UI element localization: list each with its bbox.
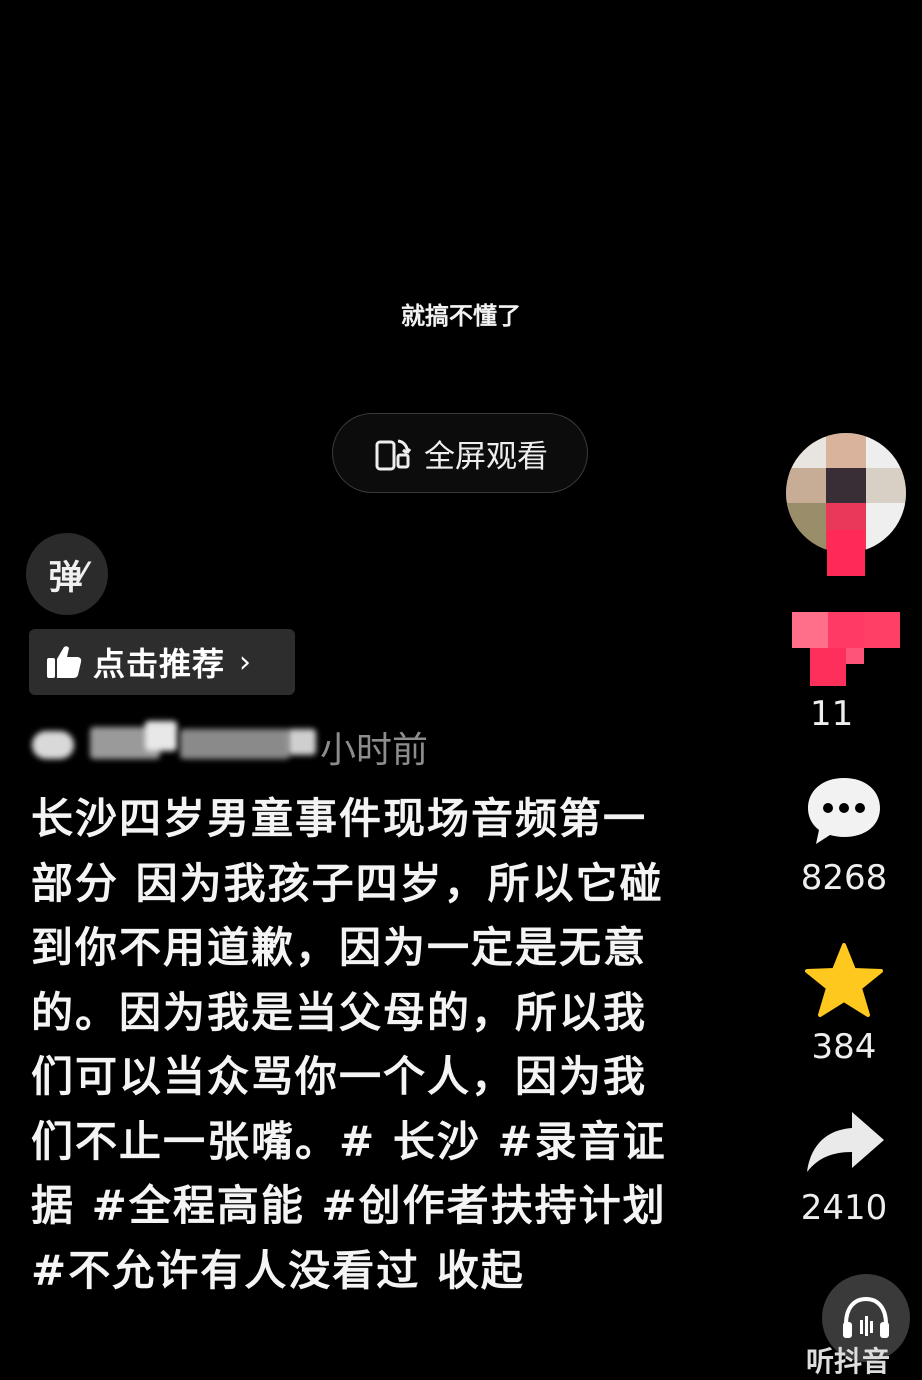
caption-text: 长沙四岁男童事件现场音频第一部分 因为我孩子四岁，所以它碰到你不用道歉，因为一定… (31, 794, 667, 1295)
author-name-redacted (32, 731, 74, 759)
danmu-toggle-button[interactable]: 弹 ⁄ (26, 533, 108, 615)
recommend-button[interactable]: 点击推荐 › (29, 629, 295, 695)
comment-count: 8268 (800, 858, 888, 898)
post-caption: 长沙四岁男童事件现场音频第一部分 因为我孩子四岁，所以它碰到你不用道歉，因为一定… (31, 787, 681, 1303)
author-name-redacted-4 (180, 729, 290, 759)
thumbs-up-icon (47, 646, 82, 678)
video-subtitle: 就搞不懂了 (401, 302, 521, 330)
fullscreen-button[interactable]: 全屏观看 (332, 413, 588, 493)
fullscreen-label: 全屏观看 (424, 438, 548, 475)
share-arrow-icon[interactable] (804, 1110, 886, 1176)
slash-icon: ⁄ (80, 556, 86, 592)
chevron-right-icon: › (239, 644, 252, 680)
like-heart-icon[interactable] (792, 612, 900, 686)
author-name-redacted-5 (288, 729, 316, 755)
collapse-link[interactable]: 收起 (437, 1246, 525, 1295)
author-line[interactable]: 小时前 (30, 717, 460, 771)
share-count: 2410 (800, 1188, 888, 1228)
comment-icon[interactable] (804, 774, 884, 848)
recommend-label: 点击推荐 (93, 645, 226, 683)
author-name-redacted-3 (145, 721, 177, 751)
headphones-icon (843, 1296, 889, 1338)
like-count: 11 (810, 694, 854, 734)
favorite-count: 384 (811, 1027, 877, 1067)
star-icon[interactable] (803, 942, 885, 1020)
rotate-screen-icon (375, 439, 412, 471)
follow-button[interactable] (827, 530, 865, 576)
danmu-label: 弹 (48, 557, 83, 598)
post-time: 小时前 (320, 730, 429, 771)
listen-label: 听抖音 (806, 1345, 891, 1378)
